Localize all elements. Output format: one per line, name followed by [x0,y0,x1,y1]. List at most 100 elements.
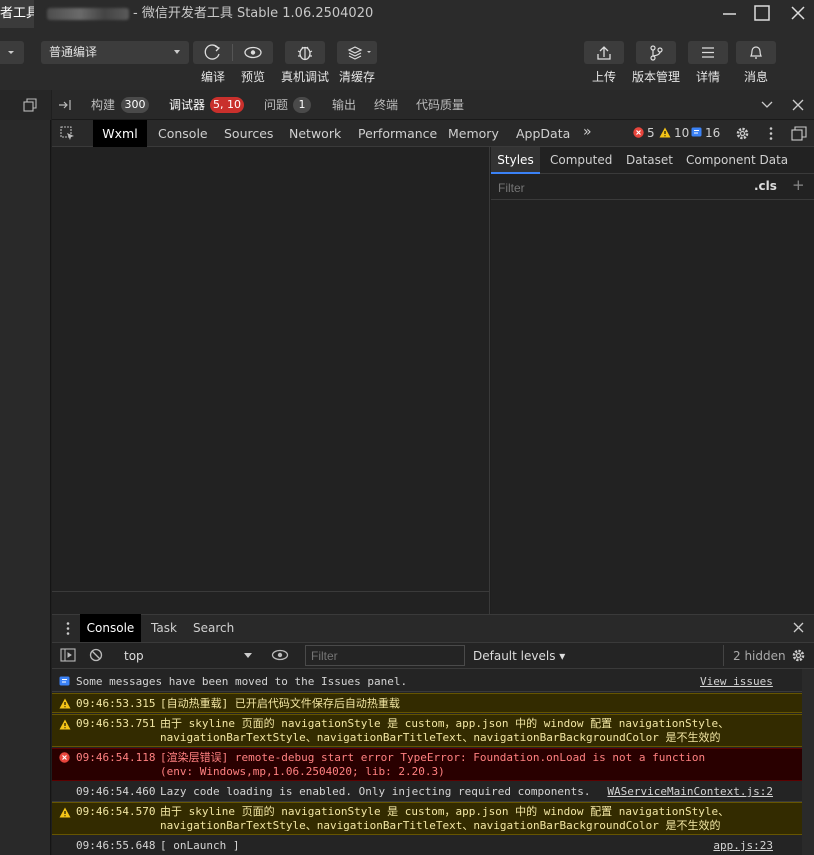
collapse-devtools-button[interactable] [760,99,774,111]
tab-build[interactable]: 构建 [91,90,115,120]
console-messages[interactable]: Some messages have been moved to the Iss… [52,669,814,855]
tab-memory[interactable]: Memory [448,120,499,147]
context-value: top [124,649,144,663]
message-time: 09:46:54.570 [76,805,156,818]
warning-icon [59,719,71,730]
maximize-button[interactable] [745,0,779,28]
view-issues-link[interactable]: View issues [700,675,773,689]
clear-cache-button[interactable] [337,41,377,64]
eye-icon [244,46,262,59]
tab-console[interactable]: Console [158,120,208,147]
toolbar-divider [723,645,724,666]
minimize-icon [723,13,736,15]
tab-wxml[interactable]: Wxml [93,120,147,147]
remote-debug-label: 真机调试 [280,70,329,84]
tab-computed[interactable]: Computed [550,147,612,174]
styles-pane [491,147,814,614]
version-button[interactable] [636,41,676,64]
dock-arrow-icon [59,100,71,110]
tab-styles[interactable]: Styles [491,147,540,174]
tab-appdata[interactable]: AppData [516,120,570,147]
console-message-info: Some messages have been moved to the Iss… [52,672,802,692]
details-button[interactable] [688,41,728,64]
compile-mode-value: 普通编译 [49,45,98,59]
collapse-panel-button[interactable] [58,98,74,112]
kebab-menu-icon [66,622,70,635]
toggle-sidebar-button[interactable] [60,648,76,662]
issues-count-badge: 1 [293,97,311,113]
undock-button[interactable] [791,126,807,141]
info-count[interactable]: 16 [705,120,720,147]
drawer-tab-task[interactable]: Task [151,614,177,642]
preview-label: 预览 [240,70,265,84]
debugger-badge: 5, 10 [210,97,244,113]
close-icon [792,99,804,111]
tab-performance[interactable]: Performance [358,120,437,147]
remote-debug-button[interactable] [285,41,325,64]
close-devtools-button[interactable] [792,99,804,111]
new-style-rule-button[interactable]: + [792,176,805,194]
drawer-tab-search[interactable]: Search [193,614,234,642]
drawer-menu-button[interactable] [65,621,71,636]
live-expression-button[interactable] [271,648,289,662]
close-window-button[interactable] [780,0,814,28]
log-levels-select[interactable]: Default levels ▾ [473,649,565,663]
preview-button[interactable] [233,41,273,64]
tab-dataset[interactable]: Dataset [626,147,673,174]
console-filter-input[interactable] [305,645,465,666]
drawer-tab-console[interactable]: Console [80,614,141,642]
tab-code-quality[interactable]: 代码质量 [416,90,464,120]
hidden-count[interactable]: 2 hidden [733,649,786,663]
close-drawer-button[interactable] [793,622,804,633]
tab-network[interactable]: Network [289,120,341,147]
minimize-button[interactable] [712,0,746,28]
error-icon [59,752,70,763]
warning-icon [59,807,71,818]
warning-count[interactable]: 10 [674,120,689,147]
gear-icon [736,127,749,140]
upload-label: 上传 [591,70,616,84]
message-text: 由于 skyline 页面的 navigationStyle 是 custom，… [160,717,730,730]
messages-label: 消息 [743,70,768,84]
mode-dropdown[interactable] [0,41,24,64]
more-options-button[interactable] [768,126,774,141]
clear-console-button[interactable] [89,648,103,662]
compile-mode-select[interactable]: 普通编译 [41,41,189,64]
eye-icon [271,649,289,661]
detach-icon [23,98,37,112]
styles-filter-input[interactable] [493,178,743,197]
source-link[interactable]: WAServiceMainContext.js:2 [607,785,773,799]
console-message-warning: 09:46:54.570 由于 skyline 页面的 navigationSt… [52,802,802,835]
upload-button[interactable] [584,41,624,64]
tab-issues[interactable]: 问题 [264,90,288,120]
tab-component-data[interactable]: Component Data [686,147,788,174]
message-text: [自动热重载] 已开启代码文件保存后自动热重载 [160,697,400,710]
app-tab[interactable]: 者工具 [0,0,34,28]
console-settings-button[interactable] [791,648,806,663]
tab-terminal[interactable]: 终端 [374,90,398,120]
compile-button[interactable] [193,41,233,64]
detach-window-button[interactable] [23,98,37,112]
tab-sources[interactable]: Sources [224,120,273,147]
wxml-tree-pane[interactable] [52,147,490,591]
message-text: [渲染层错误] remote-debug start error TypeErr… [160,751,706,764]
cls-toggle[interactable]: .cls [754,179,777,193]
console-message-error: 09:46:54.118 [渲染层错误] remote-debug start … [52,748,802,781]
console-scrollbar[interactable] [802,669,814,855]
tab-debugger[interactable]: 调试器 [169,90,205,120]
messages-button[interactable] [736,41,776,64]
source-link[interactable]: app.js:23 [713,839,773,853]
error-count-icon [633,127,644,138]
sidebar-icon [60,648,76,662]
inspect-element-button[interactable] [60,126,76,142]
message-text: Some messages have been moved to the Iss… [76,675,408,688]
kebab-menu-icon [769,127,773,140]
settings-button[interactable] [735,126,750,141]
branch-icon [650,45,663,61]
more-tabs-button[interactable]: » [583,119,592,146]
error-count[interactable]: 5 [647,120,655,147]
context-select[interactable]: top [116,646,258,666]
console-message-warning: 09:46:53.315 [自动热重载] 已开启代码文件保存后自动热重载 [52,693,802,713]
block-icon [89,648,103,662]
tab-output[interactable]: 输出 [332,90,356,120]
